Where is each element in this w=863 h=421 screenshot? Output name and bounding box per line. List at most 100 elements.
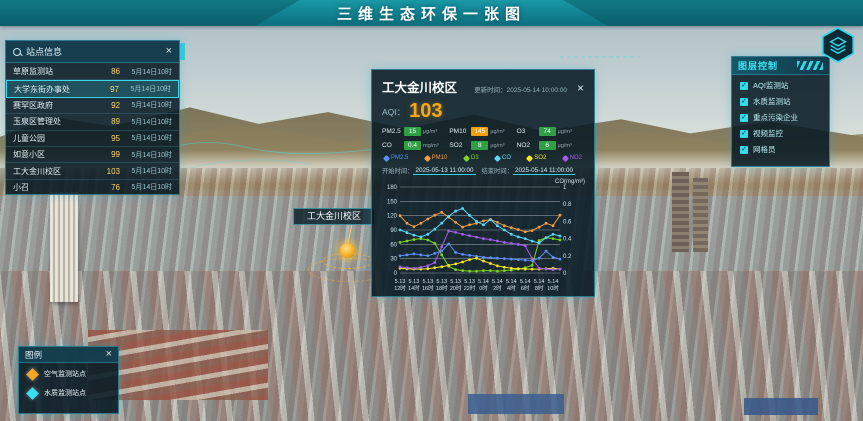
pollutant-unit: µg/m³ (490, 129, 504, 135)
svg-text:120: 120 (387, 214, 398, 220)
x-axis-tick: 5.1316时 (422, 279, 434, 292)
pollutant-value-badge: 74 (539, 127, 556, 136)
chart-legend-item[interactable]: SO2 (527, 155, 546, 161)
legend-list: 空气监测站点水质监测站点 (19, 363, 118, 409)
layer-item-label: 视频监控 (753, 128, 783, 139)
layers-icon (822, 29, 854, 61)
station-update-time: 5月14日10时 (120, 133, 172, 143)
pollutant-unit: µg/m³ (490, 143, 504, 149)
station-row[interactable]: 儿童公园955月14日10时 (6, 131, 179, 147)
svg-text:0.2: 0.2 (563, 254, 572, 260)
station-aqi: 86 (98, 67, 120, 76)
checkbox-checked-icon[interactable]: ✓ (740, 98, 748, 106)
station-row[interactable]: 赛罕区政府925月14日10时 (6, 98, 179, 114)
station-aqi: 97 (97, 85, 119, 94)
checkbox-checked-icon[interactable]: ✓ (740, 130, 748, 138)
chart-legend-item[interactable]: PM10 (425, 155, 448, 161)
pollutant-unit: µg/m³ (423, 129, 437, 135)
legend-item-label: 空气监测站点 (44, 369, 86, 379)
legend-label: SO2 (534, 155, 546, 161)
pollutant-cell: O374µg/m³ (517, 127, 584, 136)
station-update-time: 5月14日10时 (120, 67, 172, 77)
layer-item-label: 网格员 (753, 144, 776, 155)
station-name: 大学东街办事处 (14, 84, 97, 95)
layer-list: ✓AQI监测站✓水质监测站✓重点污染企业✓视频监控✓网格员 (732, 75, 829, 161)
highrise-building (693, 178, 708, 252)
chart-legend-item[interactable]: NO2 (563, 155, 582, 161)
station-aqi: 103 (98, 167, 120, 176)
legend-label: PM2.5 (391, 155, 408, 161)
layer-item[interactable]: ✓ 网格员 (740, 144, 821, 155)
x-axis-tick: 5.1318时 (436, 279, 448, 292)
station-panel-header: 站点信息 × (6, 41, 179, 63)
search-icon[interactable] (13, 48, 21, 56)
highrise-building (672, 172, 689, 252)
chart-legend: PM2.5 PM10 O3 CO SO2 NO2 (382, 155, 584, 161)
layer-item-label: AQI监测站 (753, 80, 788, 91)
air-station-marker-icon (26, 368, 39, 381)
x-axis-tick: 5.1312时 (394, 279, 406, 292)
close-icon[interactable]: × (106, 349, 112, 360)
layer-item[interactable]: ✓ AQI监测站 (740, 80, 821, 91)
pollutant-label: PM2.5 (382, 128, 404, 135)
station-row[interactable]: 大学东街办事处975月14日10时 (6, 80, 179, 97)
x-axis-tick: 5.140时 (478, 279, 489, 292)
station-update-time: 5月14日10时 (120, 100, 172, 110)
station-name: 儿童公园 (13, 133, 98, 144)
air-station-marker[interactable] (340, 243, 355, 258)
chart-legend-item[interactable]: O3 (464, 155, 479, 161)
x-axis-tick: 5.142时 (492, 279, 503, 292)
legend-marker (562, 154, 569, 161)
x-axis-tick: 5.144时 (506, 279, 517, 292)
update-time: 更新时间：2025-05-14 10:00:00 (457, 84, 567, 94)
aqi-trend-chart[interactable]: 030609012015018000.20.40.60.81CO(mg/m³)5… (382, 177, 586, 295)
station-row[interactable]: 工大金川校区1035月14日10时 (6, 163, 179, 179)
chart-legend-item[interactable]: CO (495, 155, 511, 161)
close-icon[interactable]: × (577, 82, 584, 94)
stripe-decoration (797, 61, 823, 70)
legend-marker (383, 154, 390, 161)
layer-item[interactable]: ✓ 视频监控 (740, 128, 821, 139)
chart-legend-item[interactable]: PM2.5 (384, 155, 408, 161)
layer-item-label: 重点污染企业 (753, 112, 798, 123)
station-row[interactable]: 小召765月14日10时 (6, 180, 179, 195)
layer-item[interactable]: ✓ 重点污染企业 (740, 112, 821, 123)
station-update-time: 5月14日10时 (120, 166, 172, 176)
panel-collapse-tab[interactable] (180, 43, 185, 60)
aqi-value: 103 (409, 100, 442, 123)
white-tower-building (50, 192, 78, 302)
pollutant-cell: PM2.515µg/m³ (382, 127, 449, 136)
station-name: 工大金川校区 (13, 166, 98, 177)
station-aqi: 99 (98, 150, 120, 159)
legend-label: O3 (471, 155, 479, 161)
pollutant-cell: CO0.4mg/m³ (382, 141, 449, 150)
station-map-label[interactable]: 工大金川校区 (293, 208, 375, 225)
station-update-time: 5月14日10时 (120, 117, 172, 127)
pollutant-value-badge: 8 (471, 141, 488, 150)
svg-text:30: 30 (390, 257, 397, 263)
station-aqi: 92 (98, 101, 120, 110)
pollutant-label: NO2 (517, 142, 539, 149)
pollutant-unit: µg/m³ (558, 129, 572, 135)
layer-item[interactable]: ✓水质监测站 (740, 96, 821, 107)
close-icon[interactable]: × (166, 46, 172, 57)
checkbox-checked-icon[interactable]: ✓ (740, 146, 748, 154)
pollutant-label: CO (382, 142, 404, 149)
svg-text:0: 0 (394, 271, 398, 277)
checkbox-checked-icon[interactable]: ✓ (740, 82, 748, 90)
station-row[interactable]: 玉泉区管理处895月14日10时 (6, 114, 179, 130)
start-time-value[interactable]: 2025-05-13 11:00:00 (413, 167, 475, 175)
pollutant-value-badge: 15 (404, 127, 421, 136)
pollutant-label: SO2 (449, 142, 471, 149)
x-axis-tick: 5.148时 (534, 279, 545, 292)
station-row[interactable]: 草原监测站865月14日10时 (6, 64, 179, 80)
pollutant-unit: µg/m³ (558, 143, 572, 149)
legend-panel-title: 图例 (25, 349, 106, 361)
checkbox-checked-icon[interactable]: ✓ (740, 114, 748, 122)
layer-panel-title: 图层控制 (738, 59, 797, 72)
pollutant-label: O3 (517, 128, 539, 135)
end-time-value[interactable]: 2025-05-14 11:00:00 (513, 167, 575, 175)
x-axis-tick: 5.1320时 (450, 279, 462, 292)
station-row[interactable]: 如意小区995月14日10时 (6, 147, 179, 163)
right-axis-label: CO(mg/m³) (555, 179, 585, 185)
